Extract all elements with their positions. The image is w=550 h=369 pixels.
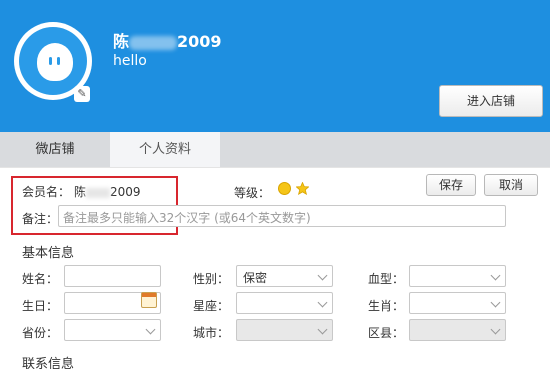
- note-input[interactable]: 备注最多只能输入32个汉字 (或64个英文数字): [58, 205, 506, 227]
- profile-header: ✎ 陈 2009 hello 进入店铺: [0, 0, 550, 132]
- blood-type-label: 血型：: [368, 272, 405, 286]
- chinese-zodiac-label: 生肖：: [368, 299, 405, 313]
- city-select[interactable]: [236, 319, 333, 341]
- name-input[interactable]: [64, 265, 161, 287]
- city-label: 城市：: [193, 326, 230, 340]
- province-label: 省份：: [22, 326, 59, 340]
- level-star-icon: [296, 182, 309, 195]
- name-label: 姓名：: [22, 272, 59, 286]
- district-select[interactable]: [409, 319, 506, 341]
- chevron-down-icon: [490, 297, 501, 308]
- calendar-icon[interactable]: [141, 292, 157, 308]
- username-suffix: 2009: [177, 32, 222, 51]
- contact-info-title: 联系信息: [22, 357, 75, 369]
- water-drop-icon: [37, 43, 73, 81]
- eye-icon: [57, 57, 60, 65]
- avatar-icon: [19, 27, 87, 95]
- birthday-label: 生日：: [22, 299, 59, 313]
- edit-avatar-icon[interactable]: ✎: [74, 86, 90, 102]
- basic-info-title: 基本信息: [22, 246, 75, 261]
- chevron-down-icon: [317, 324, 328, 335]
- signature: hello: [113, 53, 147, 69]
- divider: [0, 167, 550, 168]
- zodiac-label: 星座：: [193, 299, 230, 313]
- username-prefix: 陈: [113, 32, 130, 51]
- level-label: 等级：: [234, 186, 271, 200]
- blood-type-select[interactable]: [409, 265, 506, 287]
- save-button[interactable]: 保存: [426, 174, 476, 196]
- tab-personal-info[interactable]: 个人资料: [110, 132, 220, 168]
- chinese-zodiac-select[interactable]: [409, 292, 506, 314]
- chevron-down-icon: [317, 297, 328, 308]
- chevron-down-icon: [490, 270, 501, 281]
- redacted-blur: [86, 187, 111, 198]
- gender-value: 保密: [243, 271, 268, 285]
- chevron-down-icon: [145, 324, 156, 335]
- eye-icon: [49, 57, 52, 65]
- username: 陈 2009: [113, 28, 222, 52]
- district-label: 区县：: [368, 326, 405, 340]
- cancel-button[interactable]: 取消: [484, 174, 538, 196]
- enter-shop-button[interactable]: 进入店铺: [439, 85, 543, 117]
- zodiac-select[interactable]: [236, 292, 333, 314]
- note-placeholder: 备注最多只能输入32个汉字 (或64个英文数字): [63, 211, 311, 225]
- redacted-blur: [129, 35, 178, 50]
- note-label: 备注：: [22, 212, 59, 226]
- gender-select[interactable]: 保密: [236, 265, 333, 287]
- tab-micro-shop[interactable]: 微店铺: [0, 132, 110, 168]
- member-name-label: 会员名：: [22, 185, 71, 199]
- chevron-down-icon: [490, 324, 501, 335]
- member-name-prefix: 陈: [74, 185, 87, 199]
- tab-bar: 微店铺 个人资料: [0, 132, 550, 168]
- province-select[interactable]: [64, 319, 161, 341]
- member-name-suffix: 2009: [110, 185, 141, 199]
- gender-label: 性别：: [193, 272, 230, 286]
- level-moon-icon: [278, 182, 291, 195]
- chevron-down-icon: [317, 270, 328, 281]
- member-name-value: 陈 2009: [74, 183, 141, 200]
